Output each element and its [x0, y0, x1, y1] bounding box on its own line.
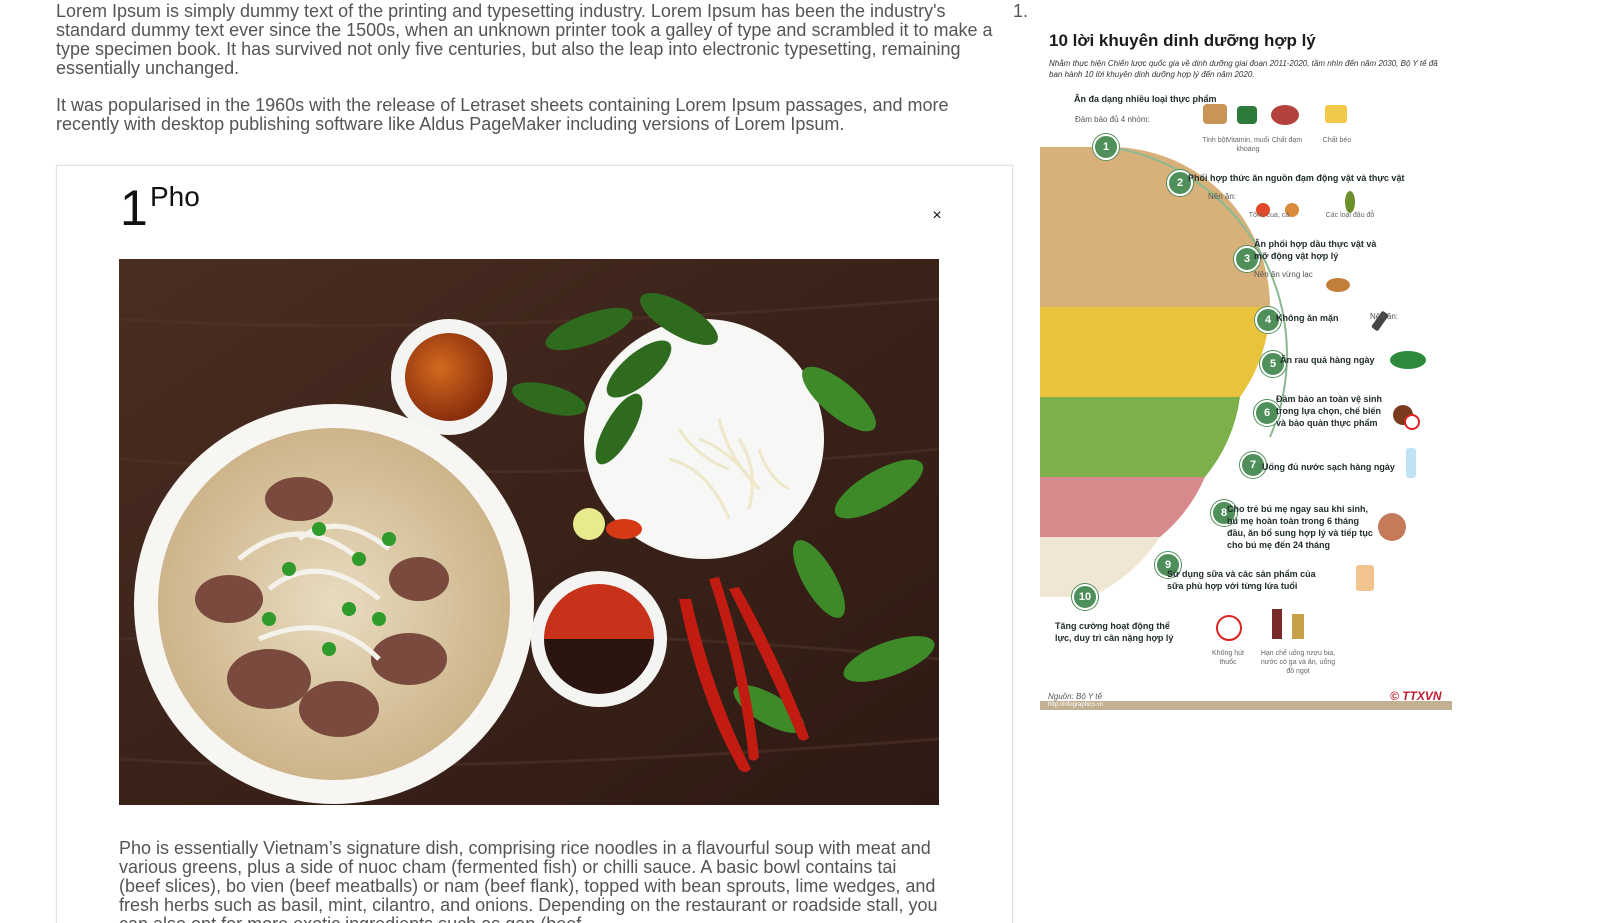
tip-2: Phối hợp thức ăn nguồn đạm động vật và t… [1188, 173, 1405, 183]
label-limit-drinks: Hạn chế uống rượu bia, nước có ga và ăn,… [1260, 650, 1336, 675]
label-vitamins: Vitamin, muối khoáng [1226, 137, 1270, 153]
close-icon[interactable]: × [929, 208, 945, 224]
tip-4: Không ăn mặn [1276, 313, 1339, 323]
tip-badge-10: 10 [1072, 584, 1098, 610]
infographic-title: 10 lời khuyên dinh dưỡng hợp lý [1049, 31, 1316, 50]
intro-text: Lorem Ipsum is simply dummy text of the … [56, 1, 1028, 152]
tip-8: Cho trẻ bú mẹ ngay sau khi sinh, bú mẹ h… [1227, 504, 1373, 550]
tip-3: Ăn phối hợp dầu thực vật và mỡ động vật … [1254, 239, 1377, 261]
dish-description: Pho is essentially Vietnam’s signature d… [119, 839, 939, 923]
tip-4-should-eat: Nên ăn: [1370, 312, 1399, 321]
tip-2-should-eat: Nên ăn: [1208, 192, 1237, 201]
card-title: Pho [150, 181, 200, 212]
infographic-source: Nguồn: Bộ Y tế [1048, 692, 1102, 701]
tip-7: Uống đủ nước sạch hàng ngày [1262, 462, 1395, 472]
tip-badge-1: 1 [1093, 134, 1119, 160]
tip-6: Đảm bảo an toàn vệ sinh trong lựa chọn, … [1276, 394, 1383, 428]
description-text: Pho is essentially Vietnam’s signature d… [119, 838, 938, 923]
page: Lorem Ipsum is simply dummy text of the … [0, 0, 1604, 923]
intro-paragraph-2: It was popularised in the 1960s with the… [56, 95, 949, 134]
tip-1: Ăn đa dạng nhiều loại thực phẩm [1074, 94, 1217, 104]
label-seafood: Tôm, cua, cá [1248, 212, 1290, 219]
infographic-footer: http://infographics.vn [1040, 701, 1452, 710]
pho-bowl-photo [119, 259, 939, 805]
tip-9: Sử dụng sữa và các sản phẩm của sữa phù … [1167, 569, 1316, 591]
label-fat: Chất béo [1322, 137, 1352, 144]
tip-1-groups: Đảm bảo đủ 4 nhóm: [1075, 115, 1150, 124]
footer-url: http://infographics.vn [1048, 702, 1104, 708]
dish-card: 1 Pho × Pho is essentially Vietnam’s sig… [56, 165, 1013, 923]
label-protein: Chất đạm [1271, 137, 1303, 144]
tip-5: Ăn rau quả hàng ngày [1280, 355, 1375, 365]
intro-paragraph-1: Lorem Ipsum is simply dummy text of the … [56, 1, 993, 78]
card-number: 1 [120, 180, 148, 236]
label-beans: Các loại đậu đỗ [1325, 212, 1375, 219]
label-no-smoking: Không hút thuốc [1212, 650, 1244, 666]
tip-10: Tăng cường hoạt động thể lực, duy trì câ… [1055, 621, 1174, 643]
tip-3-sesame: Nên ăn vừng lạc [1254, 270, 1313, 279]
infographic-subtitle: Nhằm thực hiện Chiến lược quốc gia về di… [1049, 59, 1438, 79]
nutrition-infographic: 10 lời khuyên dinh dưỡng hợp lý Nhằm thự… [1040, 17, 1466, 737]
list-marker: 1. [1013, 1, 1029, 21]
